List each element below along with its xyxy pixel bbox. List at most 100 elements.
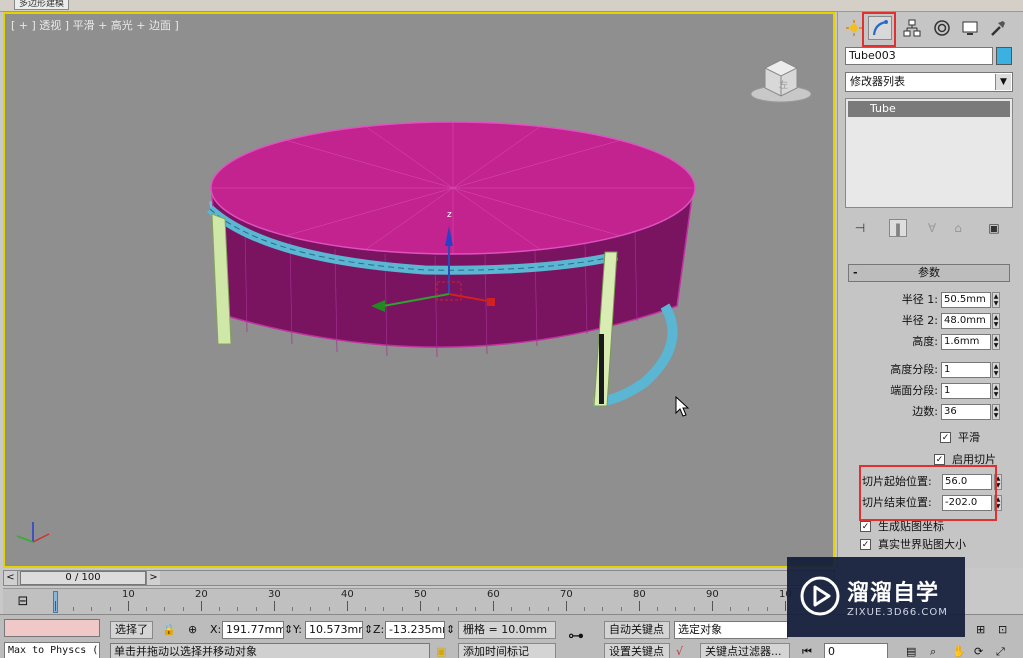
time-next-button[interactable]: > [146,571,160,585]
tick-label: 30 [268,589,281,600]
height-segments-input[interactable]: 1 [941,362,991,378]
pan-hand-icon[interactable]: ✋ [952,643,966,658]
selection-set-dropdown[interactable]: 选定对象 [674,621,788,639]
configure-modifier-sets-icon[interactable]: ▣ [985,219,1003,237]
watermark-title: 溜溜自学 [847,581,940,606]
absolute-mode-icon[interactable]: ⊕ [188,621,197,639]
spinner-icon[interactable]: ▲ ▼ [992,313,1000,329]
tick-label: 20 [195,589,208,600]
time-tag-icon[interactable]: ▣ [436,643,446,658]
param-row-radius1: 半径 1: 50.5mm ▲ ▼ [848,292,1008,308]
grid-size: 栅格 = 10.0mm [458,621,556,639]
orbit-icon[interactable]: ⟳ [974,643,983,658]
current-frame-field[interactable]: 0 [824,643,888,658]
motion-icon[interactable] [930,16,954,40]
spinner-icon[interactable]: ▲ ▼ [992,404,1000,420]
cap-segments-input[interactable]: 1 [941,383,991,399]
script-output[interactable]: Max to Physcs ( [4,642,100,658]
hierarchy-icon[interactable] [900,16,924,40]
scene-render[interactable]: z [5,14,833,566]
auto-key-button[interactable]: 自动关键点 [604,621,670,639]
tick-label: 60 [487,589,500,600]
object-name-field[interactable]: Tube003 [845,47,993,65]
time-slider-thumb[interactable]: 0 / 100 [20,571,146,585]
gen-mapping-checkbox[interactable]: ✓ [860,521,871,532]
time-prev-button[interactable]: < [4,571,18,585]
maximize-viewport-icon[interactable]: ⤢ [996,643,1005,658]
gen-mapping-row: ✓ 生成贴图坐标 [860,519,1010,535]
set-key-button[interactable]: 设置关键点 [604,643,670,658]
key-filter-icon[interactable]: √ [676,643,683,658]
param-label: 半径 2: [901,314,938,327]
smooth-checkbox[interactable]: ✓ [940,432,951,443]
sides-input[interactable]: 36 [941,404,991,420]
y-coordinate-field[interactable]: 10.573mm [305,621,363,639]
make-unique-icon[interactable]: ∀ [923,219,941,237]
spinner-icon[interactable]: ⇕ [364,621,373,639]
pin-stack-icon[interactable]: ⊣ [851,219,869,237]
top-strip: 多边形建模 [0,0,1023,12]
key-filters-button[interactable]: 关键点过滤器... [700,643,790,658]
mini-curve-editor-icon[interactable]: ⊟ [11,593,35,611]
watermark-logo: 溜溜自学 ZIXUE.3D66.COM [787,557,965,637]
document-tab[interactable]: 多边形建模 [14,0,70,10]
perspective-viewport[interactable]: [ + ] 透视 ] 平滑 + 高光 + 边面 ] z 左 [3,12,835,568]
param-label: 半径 1: [901,293,938,306]
modify-tab-highlight [862,12,896,47]
z-coordinate-field[interactable]: -13.235mm [385,621,445,639]
utilities-icon[interactable] [986,16,1010,40]
zoom-icon[interactable]: ⌕ [930,643,936,658]
rollout-collapse-icon[interactable]: - [853,265,858,281]
show-end-result-icon[interactable]: ‖ [889,219,907,237]
viewcube[interactable]: 左 [749,54,813,106]
slice-on-checkbox[interactable]: ✓ [934,454,945,465]
param-label: 端面分段: [890,384,938,397]
stack-item-tube[interactable]: Tube [848,101,1010,117]
chevron-down-icon[interactable]: ▼ [995,74,1011,90]
selection-lock-icon[interactable]: 🔒 [162,621,176,639]
z-label: Z: [373,623,385,636]
watermark-subtitle: ZIXUE.3D66.COM [847,607,948,618]
stack-toolbar: ⊣ ‖ ∀ ⌂ ▣ [845,216,1013,240]
param-row-sides: 边数: 36 ▲ ▼ [848,404,1008,420]
mouse-cursor-icon [675,396,690,417]
tick-label: 40 [341,589,354,600]
spinner-icon[interactable]: ▲ ▼ [992,383,1000,399]
add-time-tag-button[interactable]: 添加时间标记 [458,643,556,658]
radius1-input[interactable]: 50.5mm [941,292,991,308]
spinner-icon[interactable]: ⇕ [284,621,293,639]
app-window: 多边形建模 [ + ] 透视 ] 平滑 + 高光 + 边面 ] z 左 Tube… [0,0,1023,658]
real-world-row: ✓ 真实世界贴图大小 [860,537,1010,553]
param-label: 边数: [912,405,938,418]
modifier-list-dropdown[interactable]: 修改器列表 ▼ [845,72,1013,92]
gen-mapping-label: 生成贴图坐标 [878,520,944,533]
tick-label: 70 [560,589,573,600]
prompt-line: 单击并拖动以选择并移动对象 [110,643,430,658]
tick-label: 50 [414,589,427,600]
play-logo-icon [800,576,840,616]
maxscript-listener-mini[interactable] [4,619,100,637]
display-icon[interactable] [958,16,982,40]
track-bar[interactable]: ⊟ 10 20 30 40 50 60 70 80 90 10 [3,588,835,614]
zoom-extents-icon[interactable]: ⊞ [976,621,985,639]
time-config-icon[interactable]: ▤ [906,643,916,658]
height-input[interactable]: 1.6mm [941,334,991,350]
param-row-radius2: 半径 2: 48.0mm ▲ ▼ [848,313,1008,329]
param-label: 高度: [912,335,938,348]
param-row-height-segments: 高度分段: 1 ▲ ▼ [848,362,1008,378]
radius2-input[interactable]: 48.0mm [941,313,991,329]
go-to-start-icon[interactable]: ⏮ [802,643,812,658]
zoom-all-icon[interactable]: ⊡ [998,621,1007,639]
spinner-icon[interactable]: ▲ ▼ [992,334,1000,350]
time-slider[interactable]: < 0 / 100 > [3,570,835,586]
spinner-icon[interactable]: ▲ ▼ [992,362,1000,378]
spinner-icon[interactable]: ⇕ [446,621,455,639]
real-world-checkbox[interactable]: ✓ [860,539,871,550]
object-color-swatch[interactable] [996,47,1012,65]
x-coordinate-field[interactable]: 191.77mm [222,621,284,639]
modifier-stack[interactable]: Tube [845,98,1013,208]
key-icon[interactable]: ⊶ [568,627,584,645]
parameters-rollout-header[interactable]: - 参数 [848,264,1010,282]
spinner-icon[interactable]: ▲ ▼ [992,292,1000,308]
remove-modifier-icon[interactable]: ⌂ [949,219,967,237]
